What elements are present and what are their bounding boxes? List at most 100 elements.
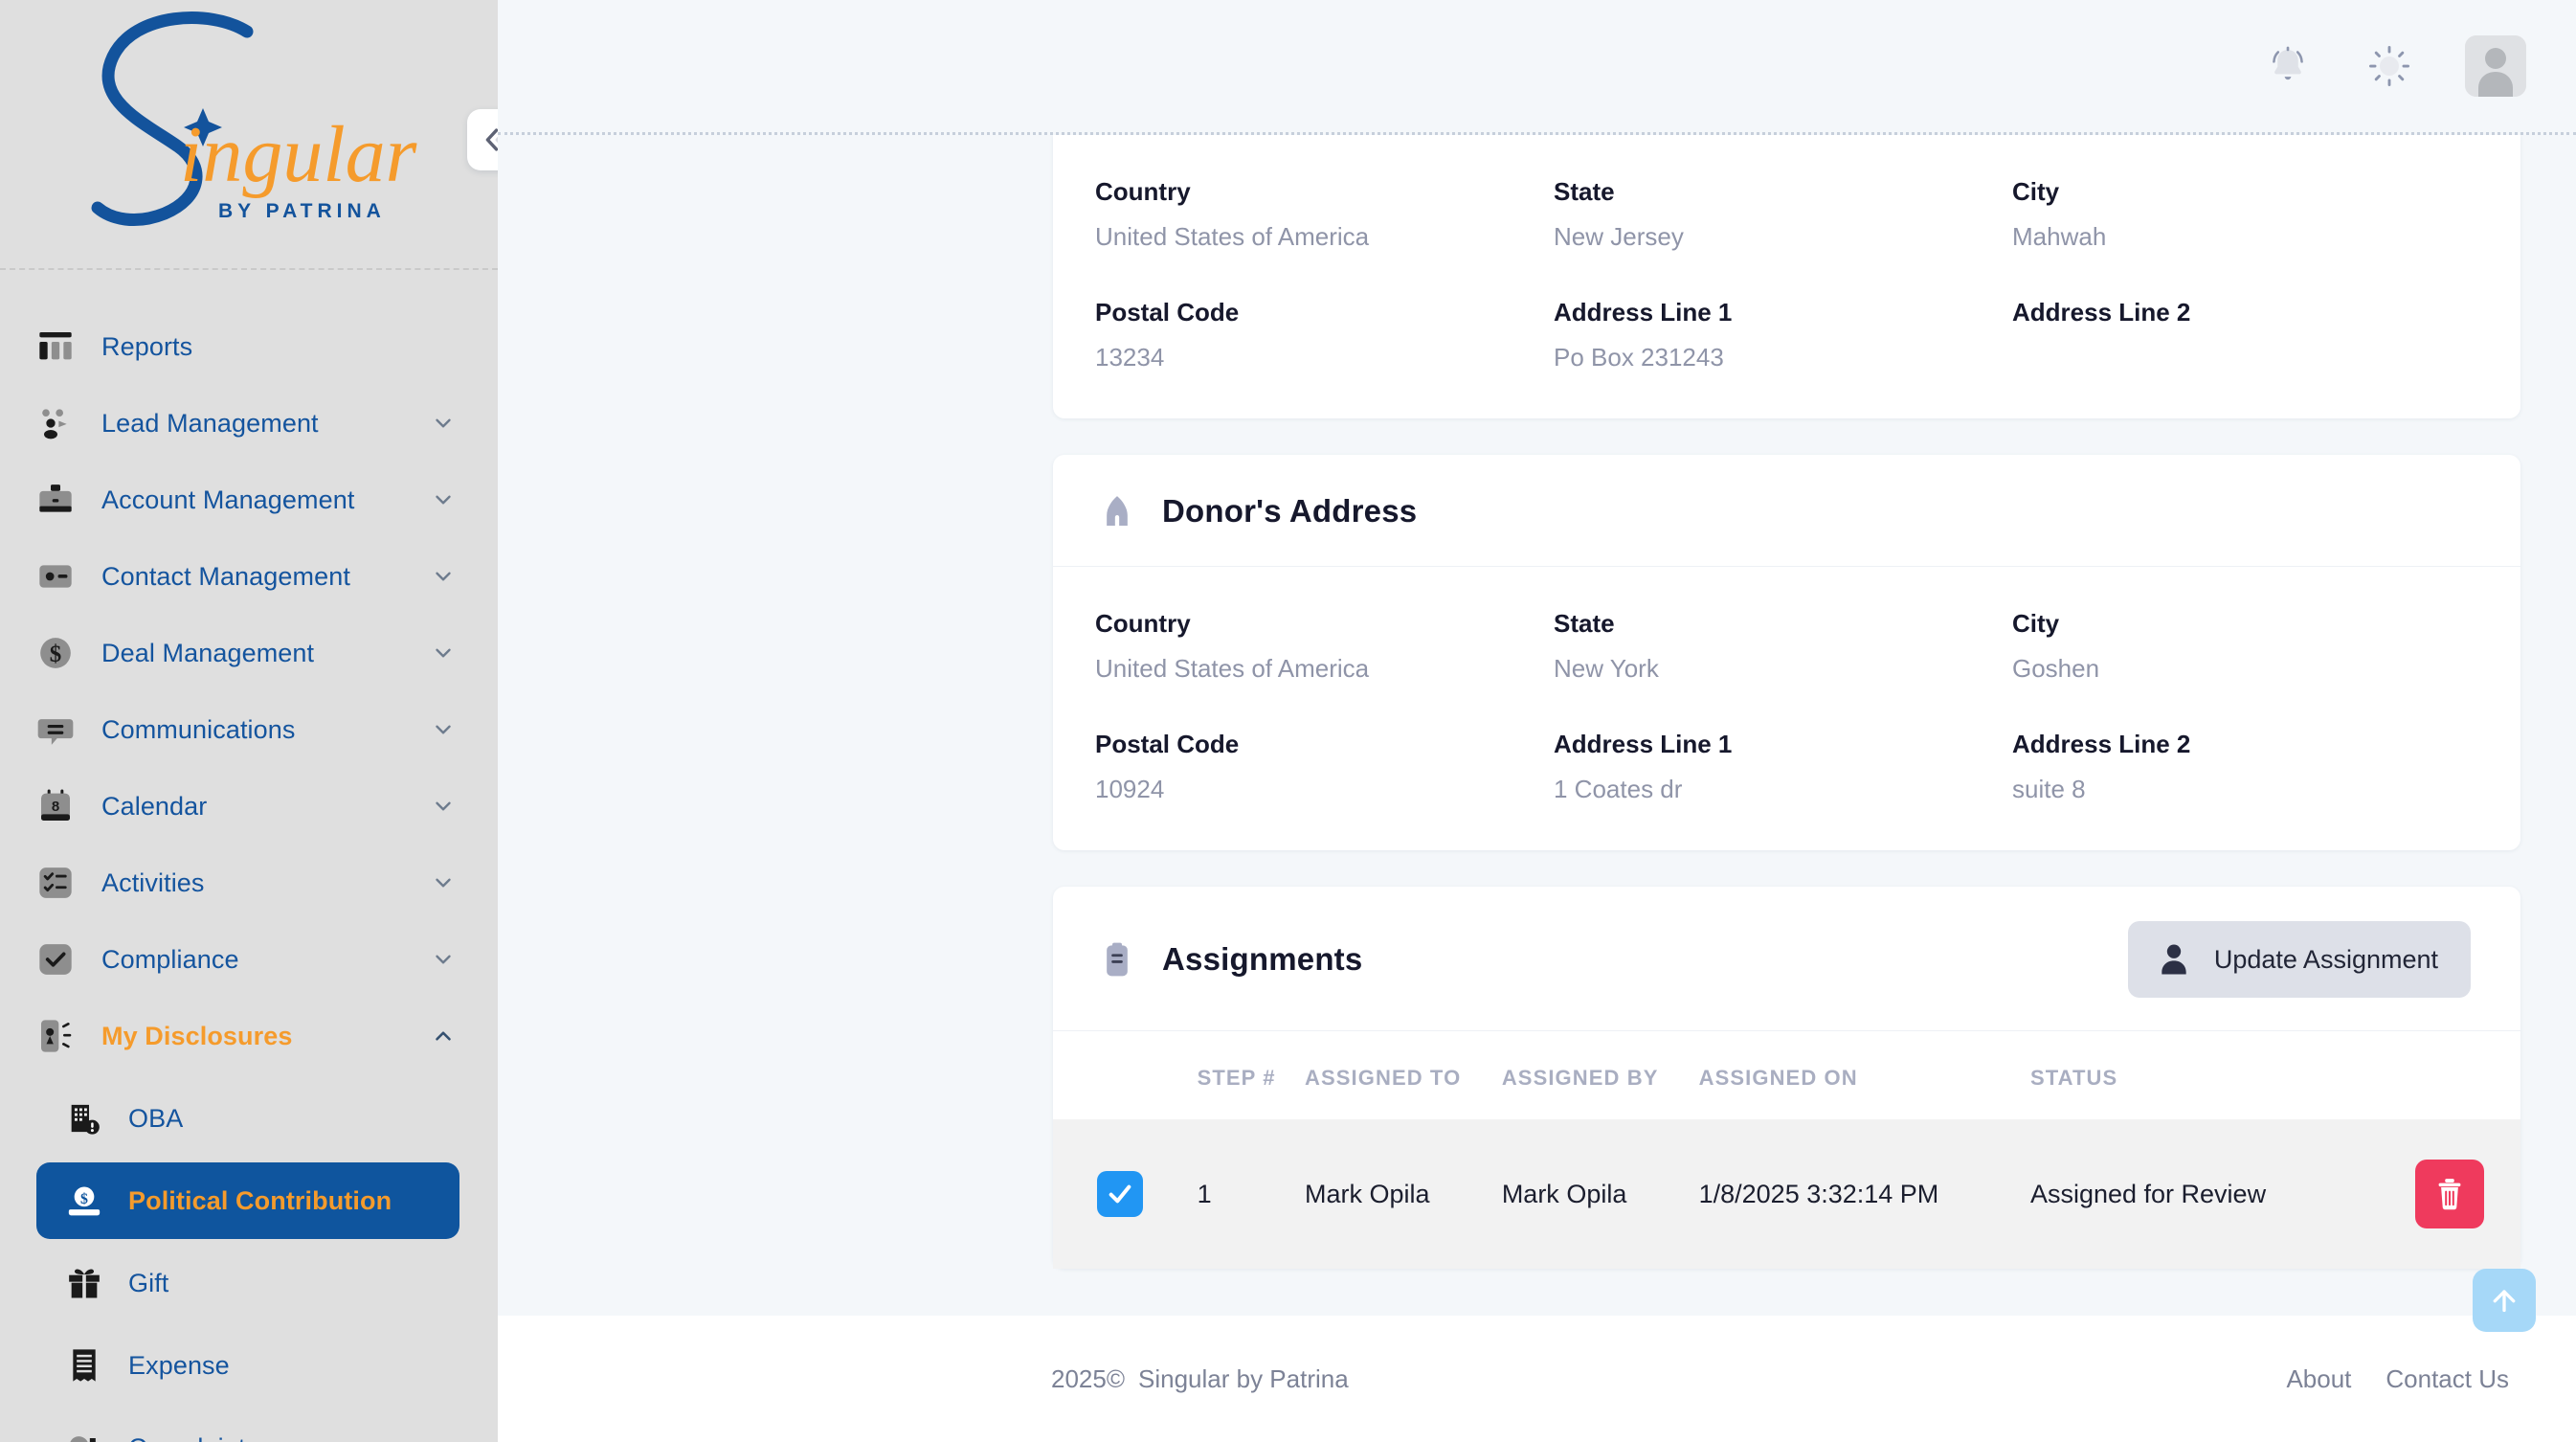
chevron-down-icon[interactable]	[431, 794, 456, 819]
field-value: United States of America	[1095, 654, 1370, 683]
trash-icon	[2438, 1179, 2460, 1210]
check-icon	[1109, 1184, 1131, 1204]
arrow-up-icon	[2493, 1290, 2516, 1313]
chevron-down-icon[interactable]	[431, 947, 456, 972]
field-label: City	[2012, 177, 2060, 206]
svg-text:$: $	[80, 1191, 88, 1207]
sidebar-item-expense[interactable]: Expense	[36, 1327, 459, 1404]
user-avatar[interactable]	[2465, 35, 2526, 97]
chevron-down-icon[interactable]	[431, 641, 456, 665]
footer-company: Singular by Patrina	[1138, 1363, 1349, 1393]
chevron-down-icon[interactable]	[431, 870, 456, 895]
sidebar-item-political-contribution[interactable]: $ Political Contribution	[36, 1162, 459, 1239]
sidebar-item-label: Activities	[101, 867, 205, 897]
chevron-down-icon[interactable]	[431, 487, 456, 512]
home-icon	[1095, 489, 1139, 533]
row-status: Assigned for Review	[2029, 1119, 2415, 1269]
calendar-icon: 8	[33, 783, 78, 829]
col-header-assigned-by: ASSIGNED BY	[1501, 1066, 1659, 1090]
field-value: New Jersey	[1554, 222, 1684, 251]
sidebar-item-oba[interactable]: OBA	[36, 1080, 459, 1157]
field-label: Address Line 2	[2012, 298, 2191, 327]
sidebar: ingular BY PATRINA Reports Lead Manageme…	[0, 0, 498, 1442]
row-select-checkbox[interactable]	[1097, 1171, 1143, 1217]
sidebar-item-activities[interactable]: Activities	[0, 845, 498, 921]
donor-address-fields: Country United States of America State N…	[1053, 567, 2520, 850]
sidebar-nav: Reports Lead Management Account Manageme…	[0, 270, 498, 1442]
sidebar-item-calendar[interactable]: 8 Calendar	[0, 768, 498, 845]
sidebar-item-gift[interactable]: Gift	[36, 1245, 459, 1321]
sidebar-item-compliance[interactable]: Compliance	[0, 921, 498, 998]
field-label: Postal Code	[1095, 298, 1240, 327]
donor-address-header: Donor's Address	[1053, 455, 2520, 567]
row-assigned-to: Mark Opila	[1305, 1119, 1502, 1269]
theme-toggle-button[interactable]	[2363, 40, 2415, 92]
field-value: suite 8	[2012, 775, 2086, 803]
scroll-to-top-button[interactable]	[2473, 1269, 2536, 1332]
sidebar-item-communications[interactable]: Communications	[0, 691, 498, 768]
sidebar-item-label: Account Management	[101, 484, 355, 514]
col-header-checkbox	[1053, 1031, 1198, 1119]
field-label: State	[1554, 177, 1615, 206]
top-bar	[498, 0, 2576, 132]
field-value: Mahwah	[2012, 222, 2107, 251]
row-actions-cell	[2414, 1119, 2520, 1269]
sidebar-item-label: Complaints	[128, 1433, 258, 1442]
content-scroll-region[interactable]: Country United States of America State N…	[498, 132, 2576, 1316]
chevron-down-icon[interactable]	[431, 564, 456, 589]
main-area: Country United States of America State N…	[498, 0, 2576, 1442]
sidebar-item-lead-management[interactable]: Lead Management	[0, 385, 498, 462]
footer-link-about[interactable]: About	[2286, 1364, 2351, 1394]
field-label: Country	[1095, 609, 1191, 638]
assignments-table: STEP # ASSIGNED TO ASSIGNED BY ASSIGNED …	[1053, 1031, 2520, 1269]
field-label: Address Line 1	[1554, 730, 1733, 758]
field-postal-code: Postal Code 10924	[1095, 730, 1554, 804]
table-header-row: STEP # ASSIGNED TO ASSIGNED BY ASSIGNED …	[1053, 1031, 2520, 1119]
sidebar-item-complaints[interactable]: Complaints	[36, 1409, 459, 1442]
col-header-assigned-to: ASSIGNED TO	[1305, 1066, 1462, 1090]
field-label: Postal Code	[1095, 730, 1240, 758]
sidebar-item-label: Communications	[101, 714, 296, 744]
delete-assignment-button[interactable]	[2414, 1160, 2484, 1228]
receipt-icon	[61, 1342, 107, 1388]
complaint-icon	[61, 1425, 107, 1442]
clipboard-icon	[1095, 937, 1139, 981]
update-assignment-label: Update Assignment	[2213, 944, 2438, 974]
sidebar-item-deal-management[interactable]: $ Deal Management	[0, 615, 498, 691]
checklist-icon	[33, 860, 78, 906]
chat-bubble-icon	[33, 707, 78, 753]
sun-moon-icon	[2369, 46, 2409, 86]
chevron-down-icon[interactable]	[431, 717, 456, 742]
sidebar-item-label: Gift	[128, 1268, 169, 1297]
sidebar-item-label: Compliance	[101, 944, 239, 974]
field-label: City	[2012, 609, 2060, 638]
col-header-actions	[2415, 1031, 2520, 1119]
col-header-status: STATUS	[2029, 1066, 2118, 1090]
sidebar-item-label: My Disclosures	[101, 1021, 293, 1050]
footer-link-contact-us[interactable]: Contact Us	[2386, 1364, 2509, 1394]
chevron-up-icon[interactable]	[431, 1024, 456, 1048]
sidebar-item-label: Reports	[101, 331, 193, 361]
entity-address-fields: Country United States of America State N…	[1053, 135, 2520, 418]
contact-card-icon	[33, 553, 78, 599]
sidebar-item-contact-management[interactable]: Contact Management	[0, 538, 498, 615]
update-assignment-button[interactable]: Update Assignment	[2127, 921, 2471, 998]
notifications-button[interactable]	[2262, 40, 2314, 92]
row-checkbox-cell	[1053, 1119, 1198, 1269]
card-title: Donor's Address	[1162, 493, 1418, 529]
check-badge-icon	[33, 936, 78, 982]
field-value: New York	[1554, 654, 1659, 683]
footer-year: 2025©	[1051, 1363, 1125, 1393]
disclosure-icon	[33, 1013, 78, 1059]
bell-icon	[2273, 46, 2303, 80]
footer-copyright: 2025© Singular by Patrina	[1051, 1364, 1349, 1394]
sidebar-item-account-management[interactable]: Account Management	[0, 462, 498, 538]
chevron-down-icon[interactable]	[431, 411, 456, 436]
assignments-table-head: STEP # ASSIGNED TO ASSIGNED BY ASSIGNED …	[1053, 1031, 2520, 1119]
sidebar-collapse-button[interactable]	[467, 109, 498, 170]
col-header-step: STEP #	[1197, 1066, 1276, 1090]
brand-logo[interactable]: ingular BY PATRINA	[0, 0, 498, 270]
sidebar-item-reports[interactable]: Reports	[0, 308, 498, 385]
dollar-coin-icon: $	[33, 630, 78, 676]
sidebar-item-my-disclosures[interactable]: My Disclosures	[0, 998, 498, 1074]
